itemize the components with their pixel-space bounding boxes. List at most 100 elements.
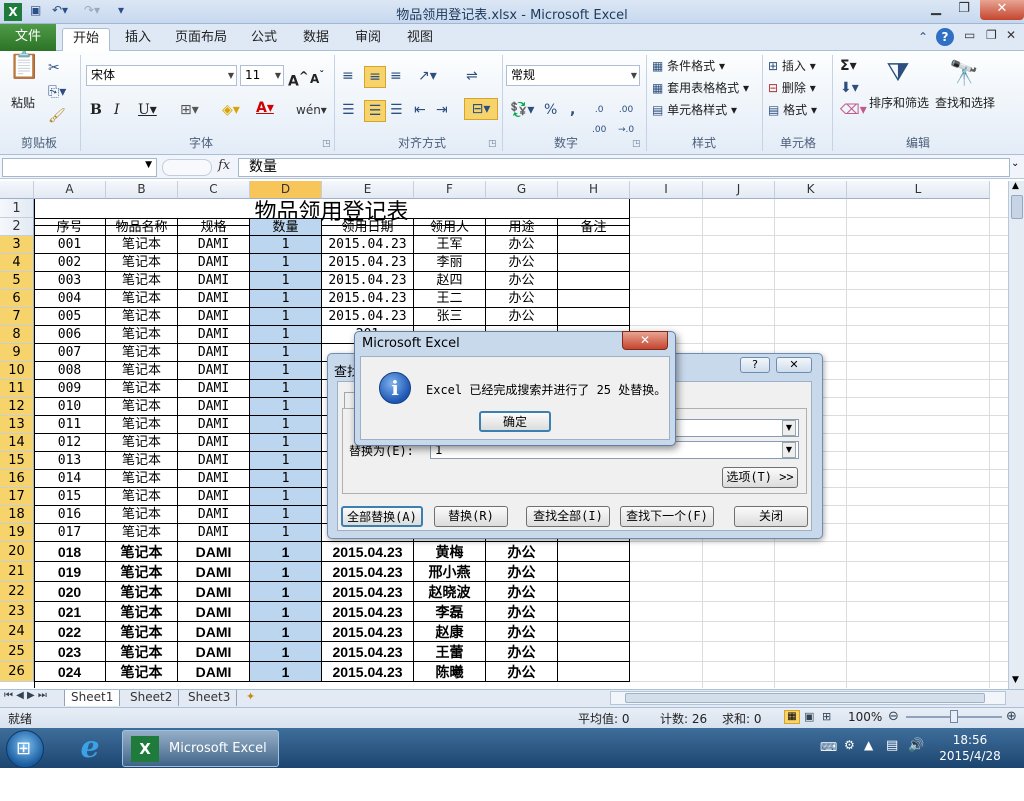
table-cell[interactable]: 笔记本 xyxy=(106,236,178,254)
row-header-16[interactable]: 16 xyxy=(0,470,34,488)
table-cell[interactable]: DAMI xyxy=(178,622,250,642)
table-cell[interactable]: 邢小燕 xyxy=(414,562,486,582)
table-cell[interactable] xyxy=(558,542,630,562)
table-cell[interactable]: 2015.04.23 xyxy=(322,662,414,682)
tab-formulas[interactable]: 公式 xyxy=(246,28,282,51)
table-cell[interactable]: 笔记本 xyxy=(106,380,178,398)
table-cell[interactable]: 笔记本 xyxy=(106,308,178,326)
font-size-combo[interactable]: 11 ▼ xyxy=(240,65,284,86)
row-header-9[interactable]: 9 xyxy=(0,344,34,362)
volume-icon[interactable]: 🔊 xyxy=(908,738,924,753)
table-cell[interactable]: 1 xyxy=(250,488,322,506)
table-cell[interactable]: 办公 xyxy=(486,662,558,682)
copy-icon[interactable]: ⎘▾ xyxy=(48,82,66,102)
scroll-thumb[interactable] xyxy=(1011,195,1023,219)
table-cell[interactable]: 001 xyxy=(34,236,106,254)
row-header-25[interactable]: 25 xyxy=(0,642,34,662)
column-header-a[interactable]: A xyxy=(34,181,106,199)
table-cell[interactable]: 1 xyxy=(250,272,322,290)
find-close-x-button[interactable]: ✕ xyxy=(776,357,812,373)
zoom-level[interactable]: 100% xyxy=(848,710,882,724)
row-header-5[interactable]: 5 xyxy=(0,272,34,290)
conditional-format-button[interactable]: ▦ 条件格式 ▾ xyxy=(652,57,725,74)
table-cell[interactable]: 办公 xyxy=(486,582,558,602)
column-header-c[interactable]: C xyxy=(178,181,250,199)
table-cell[interactable]: 014 xyxy=(34,470,106,488)
row-header-17[interactable]: 17 xyxy=(0,488,34,506)
table-cell[interactable]: 1 xyxy=(250,416,322,434)
table-cell[interactable]: 1 xyxy=(250,452,322,470)
table-cell[interactable]: 2015.04.23 xyxy=(322,272,414,290)
phonetic-icon[interactable]: wén▾ xyxy=(296,100,327,120)
table-cell[interactable]: DAMI xyxy=(178,254,250,272)
row-header-15[interactable]: 15 xyxy=(0,452,34,470)
row-header-10[interactable]: 10 xyxy=(0,362,34,380)
tray-icon[interactable]: ⚙ xyxy=(844,738,855,752)
table-cell[interactable]: 1 xyxy=(250,662,322,682)
table-cell[interactable]: 王蕾 xyxy=(414,642,486,662)
table-cell[interactable]: 007 xyxy=(34,344,106,362)
table-cell[interactable]: 办公 xyxy=(486,308,558,326)
decrease-indent-icon[interactable]: ⇤ xyxy=(414,100,426,120)
table-cell[interactable] xyxy=(558,562,630,582)
table-cell[interactable]: DAMI xyxy=(178,642,250,662)
tab-file[interactable]: 文件 xyxy=(0,24,56,51)
table-cell[interactable]: 1 xyxy=(250,562,322,582)
autosum-icon[interactable]: Σ▾ xyxy=(840,56,857,76)
table-cell[interactable]: 024 xyxy=(34,662,106,682)
scroll-down-icon[interactable]: ▼ xyxy=(1012,675,1019,685)
table-cell[interactable]: 笔记本 xyxy=(106,562,178,582)
header-cell-4[interactable]: 数量 xyxy=(250,218,322,236)
table-cell[interactable]: 1 xyxy=(250,362,322,380)
bold-icon[interactable]: B xyxy=(90,100,102,120)
table-cell[interactable] xyxy=(558,602,630,622)
table-cell[interactable]: 1 xyxy=(250,542,322,562)
sheet-tab-sheet3[interactable]: Sheet3 xyxy=(182,690,238,706)
row-header-4[interactable]: 4 xyxy=(0,254,34,272)
zoom-slider-thumb[interactable] xyxy=(950,710,958,723)
table-cell[interactable]: 陈曦 xyxy=(414,662,486,682)
system-clock[interactable]: 18:56 2015/4/28 xyxy=(930,732,1010,764)
underline-icon[interactable]: U▾ xyxy=(138,100,157,120)
table-cell[interactable]: 1 xyxy=(250,344,322,362)
table-cell[interactable]: DAMI xyxy=(178,344,250,362)
format-cells-button[interactable]: ▤ 格式 ▾ xyxy=(768,101,817,118)
table-cell[interactable]: DAMI xyxy=(178,434,250,452)
number-format-combo[interactable]: 常规 ▼ xyxy=(506,65,640,86)
formula-input[interactable]: 数量 xyxy=(238,158,1010,177)
table-cell[interactable]: 笔记本 xyxy=(106,434,178,452)
ribbon-minimize-icon[interactable]: ⌃ xyxy=(918,30,928,44)
italic-icon[interactable]: I xyxy=(114,100,120,120)
table-cell[interactable]: DAMI xyxy=(178,398,250,416)
table-cell[interactable]: DAMI xyxy=(178,380,250,398)
table-cell[interactable]: 笔记本 xyxy=(106,662,178,682)
wrap-text-icon[interactable]: ⇌ xyxy=(466,66,478,86)
table-cell[interactable]: 笔记本 xyxy=(106,416,178,434)
table-cell[interactable]: 021 xyxy=(34,602,106,622)
table-cell[interactable]: DAMI xyxy=(178,582,250,602)
sort-filter-icon[interactable]: ⧩ xyxy=(880,56,916,90)
restore-button[interactable]: ❐ xyxy=(950,0,978,20)
font-name-combo[interactable]: 宋体 ▼ xyxy=(86,65,237,86)
tab-insert[interactable]: 插入 xyxy=(118,28,158,51)
replace-button[interactable]: 替换(R) xyxy=(434,506,508,527)
table-cell[interactable]: 017 xyxy=(34,524,106,542)
table-cell[interactable]: 1 xyxy=(250,308,322,326)
table-cell[interactable]: 1 xyxy=(250,326,322,344)
align-right-icon[interactable]: ☰ xyxy=(390,100,403,120)
wb-minimize-icon[interactable]: ▭ xyxy=(964,28,975,42)
table-cell[interactable]: 王军 xyxy=(414,236,486,254)
header-cell-6[interactable]: 领用人 xyxy=(414,218,486,236)
table-cell[interactable]: 2015.04.23 xyxy=(322,542,414,562)
table-cell[interactable]: 2015.04.23 xyxy=(322,562,414,582)
name-box[interactable]: ▼ xyxy=(2,158,157,177)
table-cell[interactable]: 2015.04.23 xyxy=(322,290,414,308)
table-cell[interactable]: DAMI xyxy=(178,562,250,582)
header-cell-7[interactable]: 用途 xyxy=(486,218,558,236)
column-header-l[interactable]: L xyxy=(847,181,990,199)
insert-cells-button[interactable]: ⊞ 插入 ▾ xyxy=(768,57,816,74)
table-cell[interactable]: 004 xyxy=(34,290,106,308)
table-cell[interactable]: 2015.04.23 xyxy=(322,622,414,642)
row-header-1[interactable]: 1 xyxy=(0,199,34,218)
paste-icon[interactable]: 📋 xyxy=(8,53,40,92)
